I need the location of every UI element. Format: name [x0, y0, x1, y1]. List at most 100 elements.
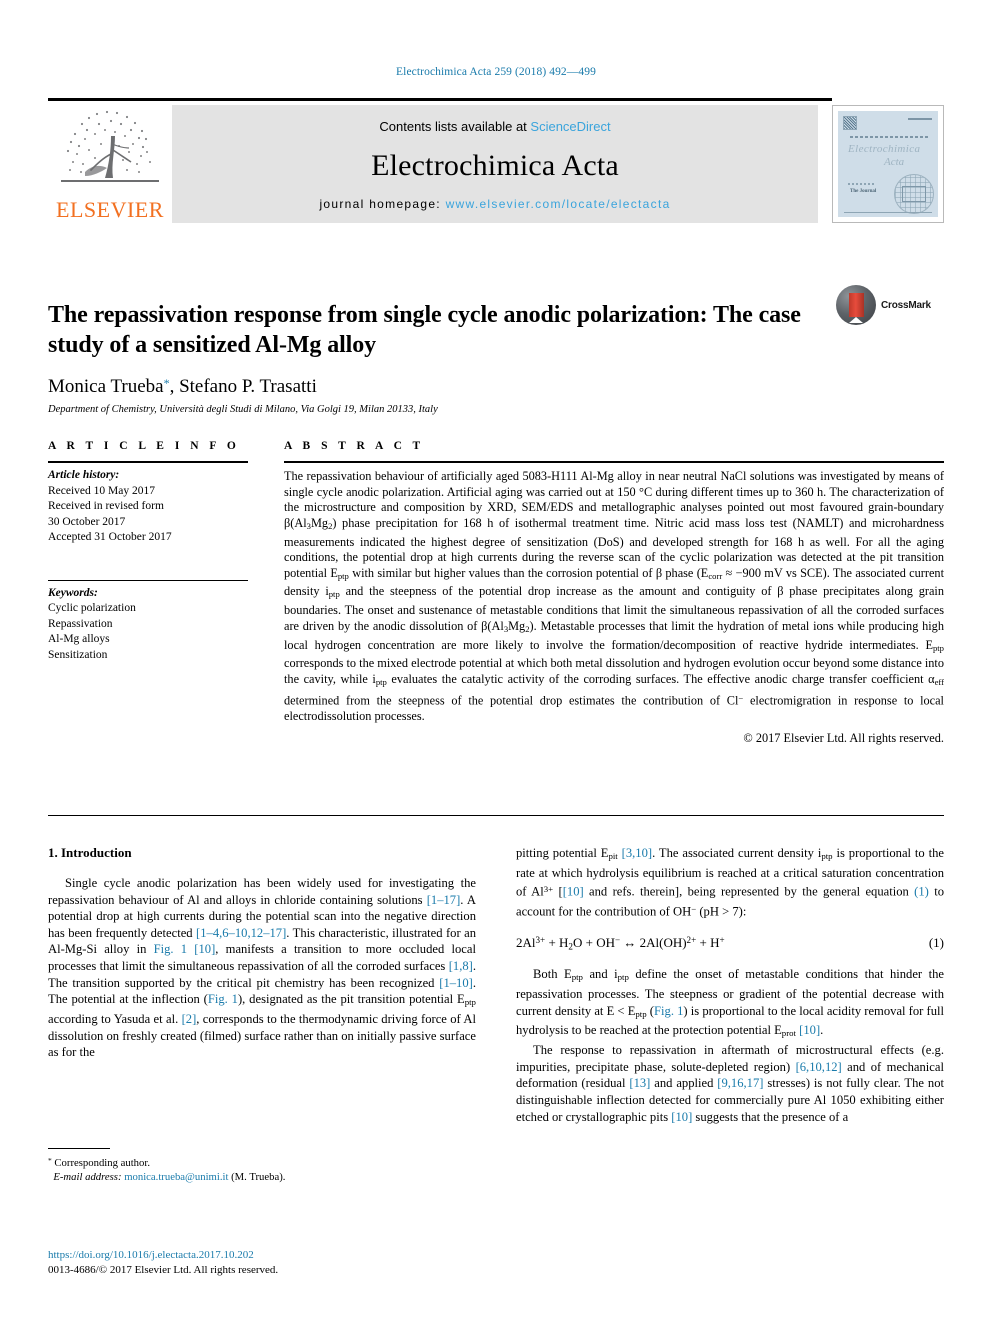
eq-sup-3plus: 3+	[535, 935, 546, 946]
intro-paragraph-right-3: The response to repassivation in afterma…	[516, 1042, 944, 1125]
title-block: CrossMark The repassivation response fro…	[48, 284, 944, 415]
author-monica-trueba[interactable]: Monica Trueba	[48, 376, 164, 397]
intro-r2-seg-a: Both E	[533, 967, 572, 982]
citation-ref-3-10[interactable]: [3,10]	[622, 846, 652, 860]
cover-artwork: Electrochimica Acta The Journal	[838, 111, 938, 217]
abstract-copyright: © 2017 Elsevier Ltd. All rights reserved…	[743, 731, 944, 746]
abstract-seg-10: determined from the steepness of the pot…	[284, 693, 739, 708]
elsevier-wordmark: ELSEVIER	[56, 197, 164, 222]
journal-article-page: Electrochimica Acta 259 (2018) 492—499 E…	[0, 0, 992, 1323]
cover-tagline-rule	[850, 136, 930, 138]
issn-copyright-line: 0013-4686/© 2017 Elsevier Ltd. All right…	[48, 1263, 279, 1276]
abstract-sub-ptp-1: ptp	[337, 570, 349, 581]
footnote-email-label: E-mail address:	[53, 1171, 122, 1184]
citation-ref-9-16-17[interactable]: [9,16,17]	[717, 1076, 763, 1090]
figure-ref-fig1-c[interactable]: Fig. 1	[654, 1004, 683, 1018]
elsevier-logo: ELSEVIER	[48, 105, 172, 223]
equation-1-block: 2Al3+ + H2O + OH− ↔ 2Al(OH)2+ + H+ (1)	[516, 935, 944, 951]
author-list: Monica Trueba*, Stefano P. Trasatti	[48, 376, 317, 398]
article-history-group: Article history: Received 10 May 2017 Re…	[48, 463, 248, 546]
intro-paragraph-right-2: Both Eptp and iptp define the onset of m…	[516, 966, 944, 1042]
citation-ref-13[interactable]: [13]	[629, 1076, 650, 1090]
cover-small-rule	[848, 183, 876, 185]
keyword-0: Cyclic polarization	[48, 602, 136, 614]
citation-ref-10-c[interactable]: [10]	[799, 1023, 820, 1037]
masthead-center-panel: Contents lists available at ScienceDirec…	[172, 105, 818, 223]
intro-r3-seg-c: and applied	[650, 1076, 718, 1091]
crossmark-label: CrossMark	[881, 299, 931, 311]
author-affiliation: Department of Chemistry, Università degl…	[48, 404, 438, 416]
footnote-corresponding-label: Corresponding author.	[54, 1157, 151, 1170]
doi-block: https://doi.org/10.1016/j.electacta.2017…	[48, 1248, 476, 1277]
journal-cover-thumbnail[interactable]: Electrochimica Acta The Journal	[832, 105, 944, 223]
citation-ref-10-d[interactable]: [10]	[671, 1110, 692, 1124]
citation-ref-6-10-12[interactable]: [6,10,12]	[796, 1060, 842, 1074]
running-head: Electrochimica Acta 259 (2018) 492—499	[396, 66, 596, 78]
intro-r2-seg-b: and i	[582, 967, 618, 982]
footnote-email-link[interactable]: monica.trueba@unimi.it	[124, 1171, 228, 1183]
intro-l-seg-h: ), designated as the pit transition pote…	[237, 992, 465, 1007]
cover-globe-icon	[894, 174, 934, 214]
citation-ref-1-17[interactable]: [1–17]	[427, 893, 461, 907]
eq-sup-2plus: 2+	[686, 935, 697, 946]
intro-r-sub-pit: pit	[608, 851, 618, 862]
article-history-label: Article history:	[48, 469, 120, 481]
cover-journal-name-line1: Electrochimica	[848, 143, 921, 155]
doi-link[interactable]: https://doi.org/10.1016/j.electacta.2017…	[48, 1248, 476, 1263]
intro-r-seg-f: and refs. therein], being represented by…	[583, 885, 915, 900]
info-abstract-region: A R T I C L E I N F O Article history: R…	[48, 440, 944, 746]
cover-journal-name-line2: Acta	[884, 156, 905, 168]
elsevier-tree-icon	[61, 110, 159, 182]
body-columns: 1. Introduction Single cycle anodic pola…	[48, 845, 944, 1125]
intro-r2-seg-d: (	[646, 1003, 655, 1018]
keywords-group: Keywords: Cyclic polarization Repassivat…	[48, 581, 248, 664]
intro-l-seg-a: Single cycle anodic polarization has bee…	[48, 876, 476, 907]
intro-l-sub-ptp: ptp	[464, 997, 476, 1008]
intro-l-seg-i: according to Yasuda et al.	[48, 1011, 182, 1026]
eq-sup-plus: +	[719, 935, 725, 946]
abstract-sub-eff: eff	[934, 676, 944, 687]
author-stefano-trasatti[interactable]: Stefano P. Trasatti	[179, 376, 317, 397]
figure-ref-fig1-b[interactable]: Fig. 1	[208, 992, 238, 1006]
intro-r-seg-a: pitting potential E	[516, 846, 609, 860]
keyword-2: Al-Mg alloys	[48, 633, 110, 645]
intro-r3-seg-e: suggests that the presence of a	[692, 1109, 849, 1124]
keywords-label: Keywords:	[48, 586, 98, 599]
equation-ref-1[interactable]: (1)	[914, 885, 929, 899]
sciencedirect-link[interactable]: ScienceDirect	[530, 119, 610, 134]
citation-ref-1-4-6-10-12-17[interactable]: [1–4,6–10,12–17]	[196, 926, 286, 940]
corresponding-author-marker[interactable]: *	[164, 376, 170, 390]
masthead-top-rule	[48, 98, 832, 101]
abstract-sub-corr: corr	[708, 570, 723, 581]
eq-sub-2: 2	[568, 941, 573, 952]
journal-homepage-link[interactable]: www.elsevier.com/locate/electacta	[446, 197, 671, 211]
keyword-1: Repassivation	[48, 617, 113, 630]
journal-homepage-line: journal homepage: www.elsevier.com/locat…	[319, 197, 670, 211]
citation-ref-10-a[interactable]: [10]	[194, 942, 215, 956]
crossmark-badge-group[interactable]: CrossMark	[836, 284, 944, 326]
eq-sup-minus: −	[614, 935, 621, 946]
contents-available-line: Contents lists available at ScienceDirec…	[379, 119, 610, 134]
intro-r2-sub-prot: prot	[781, 1028, 796, 1039]
citation-ref-1-8[interactable]: [1,8]	[449, 959, 473, 973]
intro-r-sup-al3plus: 3+	[543, 884, 554, 895]
history-item-2: 30 October 2017	[48, 515, 126, 528]
footnote-marker: *	[48, 1156, 52, 1165]
citation-ref-10-b[interactable]: [10]	[563, 885, 584, 899]
footnote-rule	[48, 1148, 110, 1149]
keyword-3: Sensitization	[48, 648, 108, 661]
history-item-1: Received in revised form	[48, 500, 164, 512]
cover-elsevier-icon	[843, 116, 857, 130]
figure-ref-fig1-a[interactable]: Fig. 1	[154, 942, 187, 956]
abstract-column: A B S T R A C T The repassivation behavi…	[284, 440, 944, 746]
citation-ref-1-10[interactable]: [1–10]	[439, 976, 473, 990]
body-separator-rule	[48, 815, 944, 816]
intro-paragraph-left: Single cycle anodic polarization has bee…	[48, 875, 476, 1061]
footnote-body: * Corresponding author. E-mail address: …	[48, 1154, 476, 1184]
section-heading-introduction: 1. Introduction	[48, 845, 132, 860]
homepage-prefix: journal homepage:	[319, 197, 446, 211]
crossmark-book-shape	[848, 293, 864, 323]
intro-r-seg-e: [	[553, 885, 563, 900]
citation-ref-2[interactable]: [2]	[182, 1012, 197, 1026]
